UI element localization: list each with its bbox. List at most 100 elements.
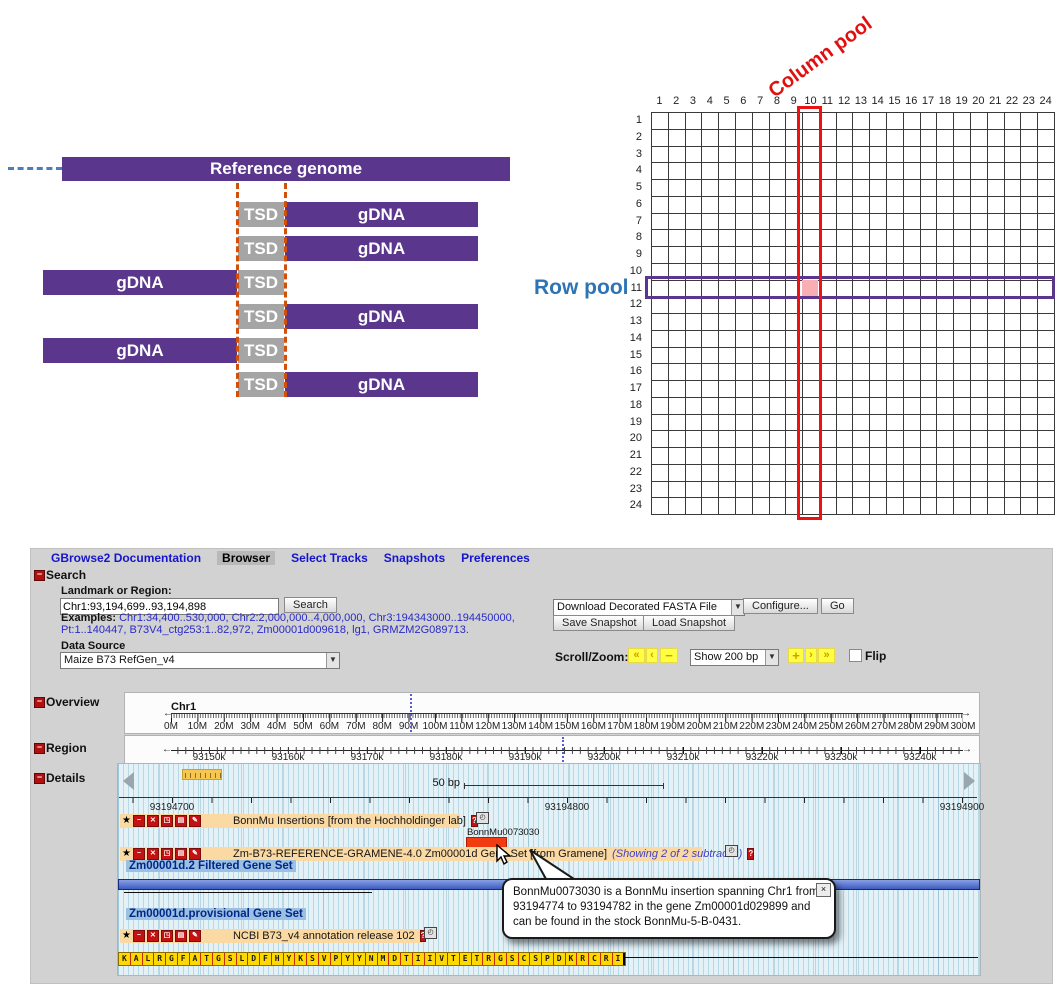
zoom-in-button[interactable]: + — [788, 648, 804, 663]
grid-cell — [921, 415, 938, 432]
grid-cell — [770, 431, 787, 448]
scroll-far-right-button[interactable]: » — [818, 648, 835, 663]
grid-cell — [1038, 214, 1055, 231]
overview-panel[interactable]: Chr1 ← → 0M10M20M30M40M50M60M70M80M90M10… — [124, 692, 980, 734]
popout-icon[interactable]: ◴ — [725, 845, 738, 857]
nav-select-tracks[interactable]: Select Tracks — [291, 551, 368, 565]
grid-cell — [937, 113, 954, 130]
overview-tick-labels: 0M10M20M30M40M50M60M70M80M90M100M110M120… — [171, 721, 963, 732]
tick-label: 130M — [502, 721, 527, 732]
pan-right-arrow[interactable] — [964, 772, 975, 790]
subtracks-note[interactable]: (Showing 2 of 2 subtracks) — [612, 848, 742, 860]
grid-cell — [853, 398, 870, 415]
details-panel[interactable]: 50 bp 931947009319480093194900 ★−✕◳▤✎ Bo… — [117, 763, 981, 976]
grid-cell — [702, 381, 719, 398]
configure-button[interactable]: Configure... — [743, 598, 818, 614]
scroll-left-button[interactable]: ‹ — [646, 648, 658, 663]
popout-icon[interactable]: ◴ — [424, 927, 437, 939]
diagram-row-3: gDNATSD — [0, 270, 520, 295]
diagram-row-2: gDNATSD — [0, 236, 520, 261]
fasta-download-select[interactable]: Download Decorated FASTA File ▼ — [553, 599, 745, 616]
scroll-far-left-button[interactable]: « — [628, 648, 645, 663]
grid-column-label: 2 — [668, 95, 685, 109]
track-header-gene-set[interactable]: ★−✕◳▤✎ Zm-B73-REFERENCE-GRAMENE-4.0 Zm00… — [120, 847, 702, 861]
favorite-star-icon[interactable]: ★ — [122, 931, 131, 941]
collapse-details-icon[interactable]: − — [34, 773, 45, 784]
grid-cell — [669, 348, 686, 365]
configure-icon[interactable]: ✎ — [189, 930, 201, 942]
grid-row-label: 3 — [620, 146, 646, 163]
search-button[interactable]: Search — [284, 597, 337, 613]
nav-browser[interactable]: Browser — [217, 551, 275, 565]
collapse-region-icon[interactable]: − — [34, 743, 45, 754]
grid-cell — [753, 247, 770, 264]
grid-row-label: 14 — [620, 330, 646, 347]
grid-cell — [669, 381, 686, 398]
grid-cell — [770, 130, 787, 147]
data-source-select[interactable]: Maize B73 RefGen_v4 ▼ — [60, 652, 340, 669]
examples-links-line2[interactable]: Pt:1..140447, B73V4_ctg253:1..82,972, Zm… — [61, 624, 469, 636]
collapse-icon[interactable]: − — [133, 815, 145, 827]
configure-icon[interactable]: ✎ — [189, 848, 201, 860]
grid-cell — [719, 498, 736, 515]
share-icon[interactable]: ◳ — [161, 848, 173, 860]
close-icon[interactable]: ✕ — [147, 815, 159, 827]
collapse-overview-icon[interactable]: − — [34, 697, 45, 708]
configure-icon[interactable]: ✎ — [189, 815, 201, 827]
save-icon[interactable]: ▤ — [175, 848, 187, 860]
grid-cell — [1021, 214, 1038, 231]
nav-snapshots[interactable]: Snapshots — [384, 551, 445, 565]
collapse-icon[interactable]: − — [133, 930, 145, 942]
share-icon[interactable]: ◳ — [161, 815, 173, 827]
grid-cell — [971, 498, 988, 515]
grid-cell — [1021, 331, 1038, 348]
popout-icon[interactable]: ◴ — [476, 812, 489, 824]
save-snapshot-button[interactable]: Save Snapshot — [553, 615, 646, 631]
grid-cell — [904, 448, 921, 465]
grid-cell — [736, 314, 753, 331]
track-header-ncbi[interactable]: ★−✕◳▤✎ NCBI B73_v4 annotation release 10… — [120, 929, 422, 943]
load-snapshot-button[interactable]: Load Snapshot — [643, 615, 735, 631]
grid-cell — [853, 230, 870, 247]
grid-cell — [837, 130, 854, 147]
gdna-bar: gDNA — [285, 202, 478, 227]
examples-links-line1[interactable]: Chr1:34,400..530,000, Chr2:2,000,000..4,… — [119, 612, 515, 624]
grid-cell — [971, 364, 988, 381]
grid-cell — [669, 147, 686, 164]
scroll-right-button[interactable]: › — [805, 648, 817, 663]
flip-checkbox[interactable] — [849, 649, 862, 662]
grid-cell — [837, 465, 854, 482]
overview-scale-widget[interactable] — [182, 769, 222, 780]
zoom-out-button[interactable]: − — [660, 648, 678, 663]
grid-cell — [1005, 448, 1022, 465]
collapse-icon[interactable]: − — [133, 848, 145, 860]
pan-left-arrow[interactable] — [123, 772, 134, 790]
grid-cell — [770, 448, 787, 465]
region-panel[interactable]: ← → 93150k93160k93170k93180k93190k93200k… — [124, 735, 980, 764]
favorite-star-icon[interactable]: ★ — [122, 816, 131, 826]
gbrowse-nav: GBrowse2 Documentation Browser Select Trac… — [51, 551, 530, 565]
subtrack-label-provisional[interactable]: Zm00001d.provisional Gene Set — [126, 908, 306, 920]
nav-gbrowse2-documentation[interactable]: GBrowse2 Documentation — [51, 551, 201, 565]
show-span-select[interactable]: Show 200 bp ▼ — [690, 649, 779, 666]
subtrack-label-filtered[interactable]: Zm00001d.2 Filtered Gene Set — [126, 860, 296, 872]
grid-cell — [1005, 147, 1022, 164]
favorite-star-icon[interactable]: ★ — [122, 849, 131, 859]
save-icon[interactable]: ▤ — [175, 930, 187, 942]
nav-preferences[interactable]: Preferences — [461, 551, 530, 565]
grid-cell — [954, 147, 971, 164]
help-icon[interactable]: ? — [747, 848, 754, 860]
amino-acid-cell: D — [554, 953, 566, 965]
close-icon[interactable]: ✕ — [147, 848, 159, 860]
grid-row-label: 20 — [620, 430, 646, 447]
share-icon[interactable]: ◳ — [161, 930, 173, 942]
collapse-search-icon[interactable]: − — [34, 570, 45, 581]
go-button[interactable]: Go — [821, 598, 854, 614]
grid-cell — [820, 465, 837, 482]
close-icon[interactable]: × — [816, 883, 831, 897]
grid-cell — [820, 381, 837, 398]
close-icon[interactable]: ✕ — [147, 930, 159, 942]
grid-cell — [736, 381, 753, 398]
track-header-bonnmu[interactable]: ★−✕◳▤✎ BonnMu Insertions [from the Hochh… — [120, 814, 460, 828]
save-icon[interactable]: ▤ — [175, 815, 187, 827]
